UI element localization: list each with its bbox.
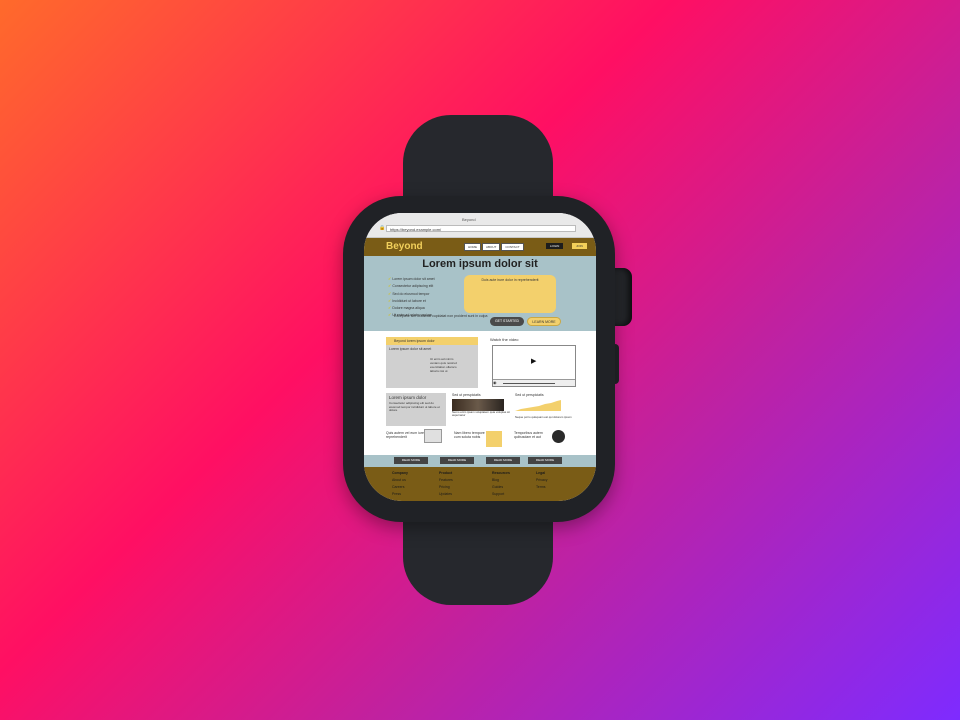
learn-more-button[interactable]: LEARN MORE (527, 317, 561, 326)
footer-column: Company About us Careers Press (392, 471, 408, 496)
check-icon: ✓ (388, 297, 392, 303)
image-card: Sed ut perspiciatis Nemo enim ipsam volu… (452, 393, 510, 426)
footer-column: Product Features Pricing Updates (439, 471, 453, 496)
feature-item: ✓ Consectetur adipiscing elit (388, 283, 434, 289)
card-text: Neque porro quisquam est qui dolorem ips… (515, 415, 572, 419)
strip-button[interactable]: READ MORE (486, 457, 520, 464)
browser-tab[interactable]: Beyond (462, 217, 476, 222)
video-player[interactable]: ▶ ◉ (492, 345, 576, 387)
feature-block: Quis autem vel eum iure reprehenderit (386, 429, 442, 443)
footer-link[interactable]: Support (492, 492, 510, 496)
volume-icon[interactable]: ◉ (493, 380, 497, 385)
video-section: Watch the video ▶ ◉ (490, 337, 578, 388)
feature-item: ✓ Dolore magna aliqua (388, 305, 425, 311)
footer-link[interactable]: Careers (392, 485, 408, 489)
text-card: Lorem ipsum dolor Consectetur adipiscing… (386, 393, 446, 426)
mini-chart-icon (515, 400, 561, 411)
feature-block: Nam libero tempore cum soluta nobis (454, 431, 502, 447)
footer-column: Resources Blog Guides Support (492, 471, 510, 496)
footer-link[interactable]: Updates (439, 492, 453, 496)
feature-row: Quis autem vel eum iure reprehenderit Na… (386, 429, 586, 451)
site-footer: Company About us Careers Press Product F… (364, 467, 596, 501)
check-icon: ✓ (388, 305, 392, 311)
feature-item: ✓ Lorem ipsum dolor sit amet (388, 276, 435, 281)
card-text: Consectetur adipiscing elit sed do eiusm… (389, 401, 440, 413)
hero-section: Lorem ipsum dolor sit ✓ Lorem ipsum dolo… (364, 256, 596, 331)
content-area: Beyond lorem ipsum dolor Lorem ipsum dol… (364, 331, 596, 455)
play-icon[interactable]: ▶ (531, 357, 536, 365)
browser-chrome: Beyond 🔒 https://beyond.example.com/ (364, 213, 596, 238)
button-strip: READ MORE READ MORE READ MORE READ MORE (364, 455, 596, 467)
check-icon: ✓ (388, 290, 392, 296)
feature-item: ✓ Sed do eiusmod tempor (388, 290, 430, 296)
nav-item-about[interactable]: ABOUT (482, 243, 501, 251)
footer-link[interactable]: Pricing (439, 485, 453, 489)
footer-column: Legal Privacy Terms (536, 471, 548, 489)
progress-bar[interactable] (503, 383, 555, 384)
footer-link[interactable]: Features (439, 478, 453, 482)
footer-link[interactable]: Guides (492, 485, 510, 489)
card-subtitle: Lorem ipsum dolor sit amet (389, 347, 432, 351)
check-icon: ✓ (388, 276, 392, 281)
site-header: Beyond HOME ABOUT CONTACT LOGIN JOIN (364, 238, 596, 256)
disc-icon (552, 430, 565, 443)
card-text: Nemo enim ipsam voluptatem quia voluptas… (452, 410, 510, 418)
nav-item-home[interactable]: HOME (464, 243, 481, 251)
yellow-square-icon (486, 431, 502, 447)
footer-link[interactable]: Press (392, 492, 408, 496)
address-bar[interactable]: https://beyond.example.com/ (386, 225, 576, 232)
check-icon: ✓ (388, 312, 392, 318)
hero-note: Excepteur sint occaecat cupidatat non pr… (394, 314, 488, 318)
lock-icon: 🔒 (379, 225, 386, 231)
feature-item: ✓ Incididunt ut labore et (388, 297, 426, 303)
footer-link[interactable]: Privacy (536, 478, 547, 482)
nav-item-contact[interactable]: CONTACT (501, 243, 524, 251)
strip-button[interactable]: READ MORE (528, 457, 562, 464)
watch-screen: Beyond 🔒 https://beyond.example.com/ Bey… (364, 213, 596, 501)
feature-block: Temporibus autem quibusdam et aut (514, 430, 565, 443)
info-card: Beyond lorem ipsum dolor Lorem ipsum dol… (386, 337, 478, 388)
login-button[interactable]: LOGIN (546, 243, 564, 249)
join-button[interactable]: JOIN (572, 243, 587, 249)
footer-link[interactable]: Terms (536, 485, 547, 489)
card-text: Ut enim ad minim veniam quis nostrud exe… (430, 357, 457, 373)
check-icon: ✓ (388, 283, 392, 289)
main-nav: HOME ABOUT CONTACT (464, 243, 524, 251)
hero-panel: Duis aute irure dolor in reprehenderit (464, 275, 556, 313)
video-title: Watch the video (490, 337, 519, 342)
device-icon (424, 429, 442, 443)
strip-button[interactable]: READ MORE (440, 457, 474, 464)
card-title: Sed ut perspiciatis (515, 393, 544, 397)
footer-link[interactable]: About us (392, 478, 408, 482)
card-title: Sed ut perspiciatis (452, 393, 481, 397)
card-header: Beyond lorem ipsum dolor (386, 337, 478, 345)
get-started-button[interactable]: GET STARTED (490, 317, 524, 326)
strip-button[interactable]: READ MORE (394, 457, 428, 464)
chart-card: Sed ut perspiciatis Neque porro quisquam… (515, 393, 577, 426)
site-logo[interactable]: Beyond (386, 241, 423, 252)
video-controls[interactable]: ◉ (493, 379, 575, 386)
hero-title: Lorem ipsum dolor sit (422, 258, 538, 270)
footer-link[interactable]: Blog (492, 478, 510, 482)
